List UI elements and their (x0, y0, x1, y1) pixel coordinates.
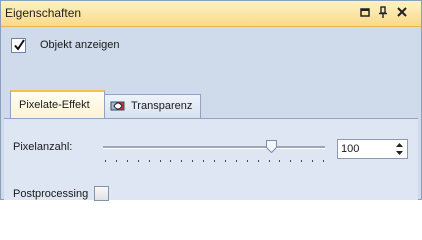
slider-tick (269, 160, 270, 162)
postprocessing-checkbox[interactable] (94, 186, 109, 201)
slider-tick (290, 160, 291, 162)
postprocessing-label: Postprocessing (13, 188, 89, 200)
pin-icon[interactable] (375, 4, 391, 20)
checkmark-icon (14, 39, 25, 51)
slider-tick (279, 160, 280, 162)
tab-pixelate-label: Pixelate-Effekt (19, 99, 90, 111)
slider-tick (138, 160, 139, 162)
restore-icon[interactable] (357, 4, 373, 20)
tab-pixelate-effect[interactable]: Pixelate-Effekt (10, 90, 105, 120)
slider-tick (149, 160, 150, 162)
slider-tick (247, 160, 248, 162)
pixel-count-spinner[interactable]: 100 (337, 139, 408, 159)
pixel-count-value[interactable]: 100 (341, 143, 359, 155)
properties-panel: Eigenschaften Objekt anzeigen Pixelate-E… (0, 0, 422, 201)
slider-thumb[interactable] (265, 140, 277, 156)
close-icon[interactable] (394, 4, 410, 20)
pixelate-settings: Pixelanzahl: 100 Postprocessing (4, 118, 418, 201)
spin-down-icon (396, 151, 403, 155)
spinner-buttons[interactable] (394, 141, 405, 157)
slider-tick (236, 160, 237, 162)
pixel-count-slider[interactable] (101, 138, 327, 166)
slider-track (103, 146, 325, 149)
tab-transparency[interactable]: Transparenz (104, 94, 201, 119)
slider-tick (181, 160, 182, 162)
panel-titlebar: Eigenschaften (1, 1, 421, 27)
panel-title: Eigenschaften (5, 6, 82, 20)
slider-tick (160, 160, 161, 162)
slider-tick (214, 160, 215, 162)
slider-tick (301, 160, 302, 162)
show-object-checkbox[interactable] (11, 38, 26, 53)
tab-transparency-label: Transparenz (131, 100, 193, 112)
slider-tick (323, 160, 324, 162)
show-object-label: Objekt anzeigen (40, 39, 120, 51)
spin-up-icon (396, 143, 403, 147)
transparency-icon (110, 99, 126, 116)
pixel-count-label: Pixelanzahl: (13, 141, 73, 153)
slider-tick (192, 160, 193, 162)
slider-tick (170, 160, 171, 162)
slider-tick (225, 160, 226, 162)
slider-tick (105, 160, 106, 162)
slider-tick (116, 160, 117, 162)
slider-tick (312, 160, 313, 162)
slider-tick (258, 160, 259, 162)
panel-body: Objekt anzeigen Pixelate-Effekt Transpar… (1, 27, 421, 201)
slider-tick (203, 160, 204, 162)
slider-tick (127, 160, 128, 162)
